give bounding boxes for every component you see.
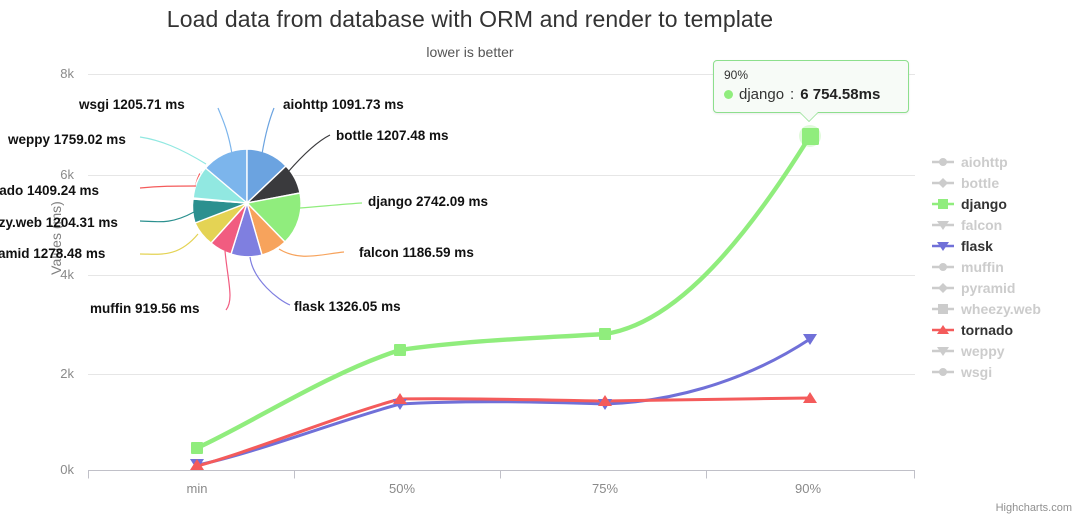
legend-label: flask (961, 237, 993, 254)
triangle-down-marker-icon (932, 240, 954, 252)
square-marker-icon (932, 303, 954, 315)
legend-label: wheezy.web (961, 300, 1041, 317)
triangle-up-marker-icon (932, 324, 954, 336)
legend-item-bottle[interactable]: bottle (932, 173, 1041, 192)
legend-item-tornado[interactable]: tornado (932, 320, 1041, 339)
legend-item-django[interactable]: django (932, 194, 1041, 213)
pie-label-wsgi: wsgi 1205.71 ms (79, 97, 185, 112)
pie-label-pyramid: pyramid 1278.48 ms (0, 246, 106, 261)
legend-item-pyramid[interactable]: pyramid (932, 278, 1041, 297)
legend-label: bottle (961, 174, 1000, 191)
tooltip-series-name: django (739, 86, 785, 103)
chart-legend: aiohttp bottle django falcon flask muffi… (932, 152, 1041, 381)
chart-tooltip: 90% django: 6 754.58ms (713, 60, 909, 121)
legend-item-falcon[interactable]: falcon (932, 215, 1041, 234)
pie-label-tornado: tornado 1409.24 ms (0, 183, 100, 198)
pie-label-aiohttp: aiohttp 1091.73 ms (283, 97, 404, 112)
legend-item-weppy[interactable]: weppy (932, 341, 1041, 360)
square-marker-icon (932, 198, 954, 210)
tooltip-header: 90% (724, 68, 749, 82)
tooltip-separator: : (790, 86, 795, 103)
tooltip-row: django: 6 754.58ms (724, 86, 898, 103)
plot-area (88, 74, 915, 479)
legend-label: wsgi (961, 363, 993, 380)
tooltip-arrow-icon (799, 111, 819, 121)
circle-marker-icon (932, 261, 954, 273)
triangle-down-marker-icon (932, 345, 954, 357)
legend-item-flask[interactable]: flask (932, 236, 1041, 255)
pie-label-django: django 2742.09 ms (368, 194, 489, 209)
pie-label-flask: flask 1326.05 ms (294, 299, 401, 314)
diamond-marker-icon (932, 177, 954, 189)
legend-label: aiohttp (961, 153, 1008, 170)
circle-marker-icon (932, 156, 954, 168)
pie-label-bottle: bottle 1207.48 ms (336, 128, 449, 143)
pie-chart (191, 148, 302, 258)
triangle-down-marker-icon (932, 219, 954, 231)
legend-label: django (961, 195, 1007, 212)
pie-label-falcon: falcon 1186.59 ms (359, 245, 474, 260)
legend-item-aiohttp[interactable]: aiohttp (932, 152, 1041, 171)
diamond-marker-icon (932, 282, 954, 294)
legend-label: weppy (961, 342, 1005, 359)
legend-item-wheezy-web[interactable]: wheezy.web (932, 299, 1041, 318)
pie-label-muffin: muffin 919.56 ms (90, 301, 200, 316)
tooltip-series-dot-icon (724, 90, 733, 99)
legend-label: tornado (961, 321, 1014, 338)
credits-link[interactable]: Highcharts.com (996, 502, 1072, 514)
legend-item-wsgi[interactable]: wsgi (932, 362, 1041, 381)
chart-canvas: Load data from database with ORM and ren… (0, 0, 1080, 520)
pie-label-weppy: weppy 1759.02 ms (8, 132, 126, 147)
series-line-tornado (195, 396, 812, 468)
pie-label-wheezy: wheezy.web 1204.31 ms (0, 215, 118, 230)
legend-label: muffin (961, 258, 1004, 275)
tooltip-value: 6 754.58ms (800, 86, 881, 103)
legend-item-muffin[interactable]: muffin (932, 257, 1041, 276)
legend-label: pyramid (961, 279, 1016, 296)
legend-label: falcon (961, 216, 1003, 233)
x-axis (88, 470, 915, 479)
circle-marker-icon (932, 366, 954, 378)
